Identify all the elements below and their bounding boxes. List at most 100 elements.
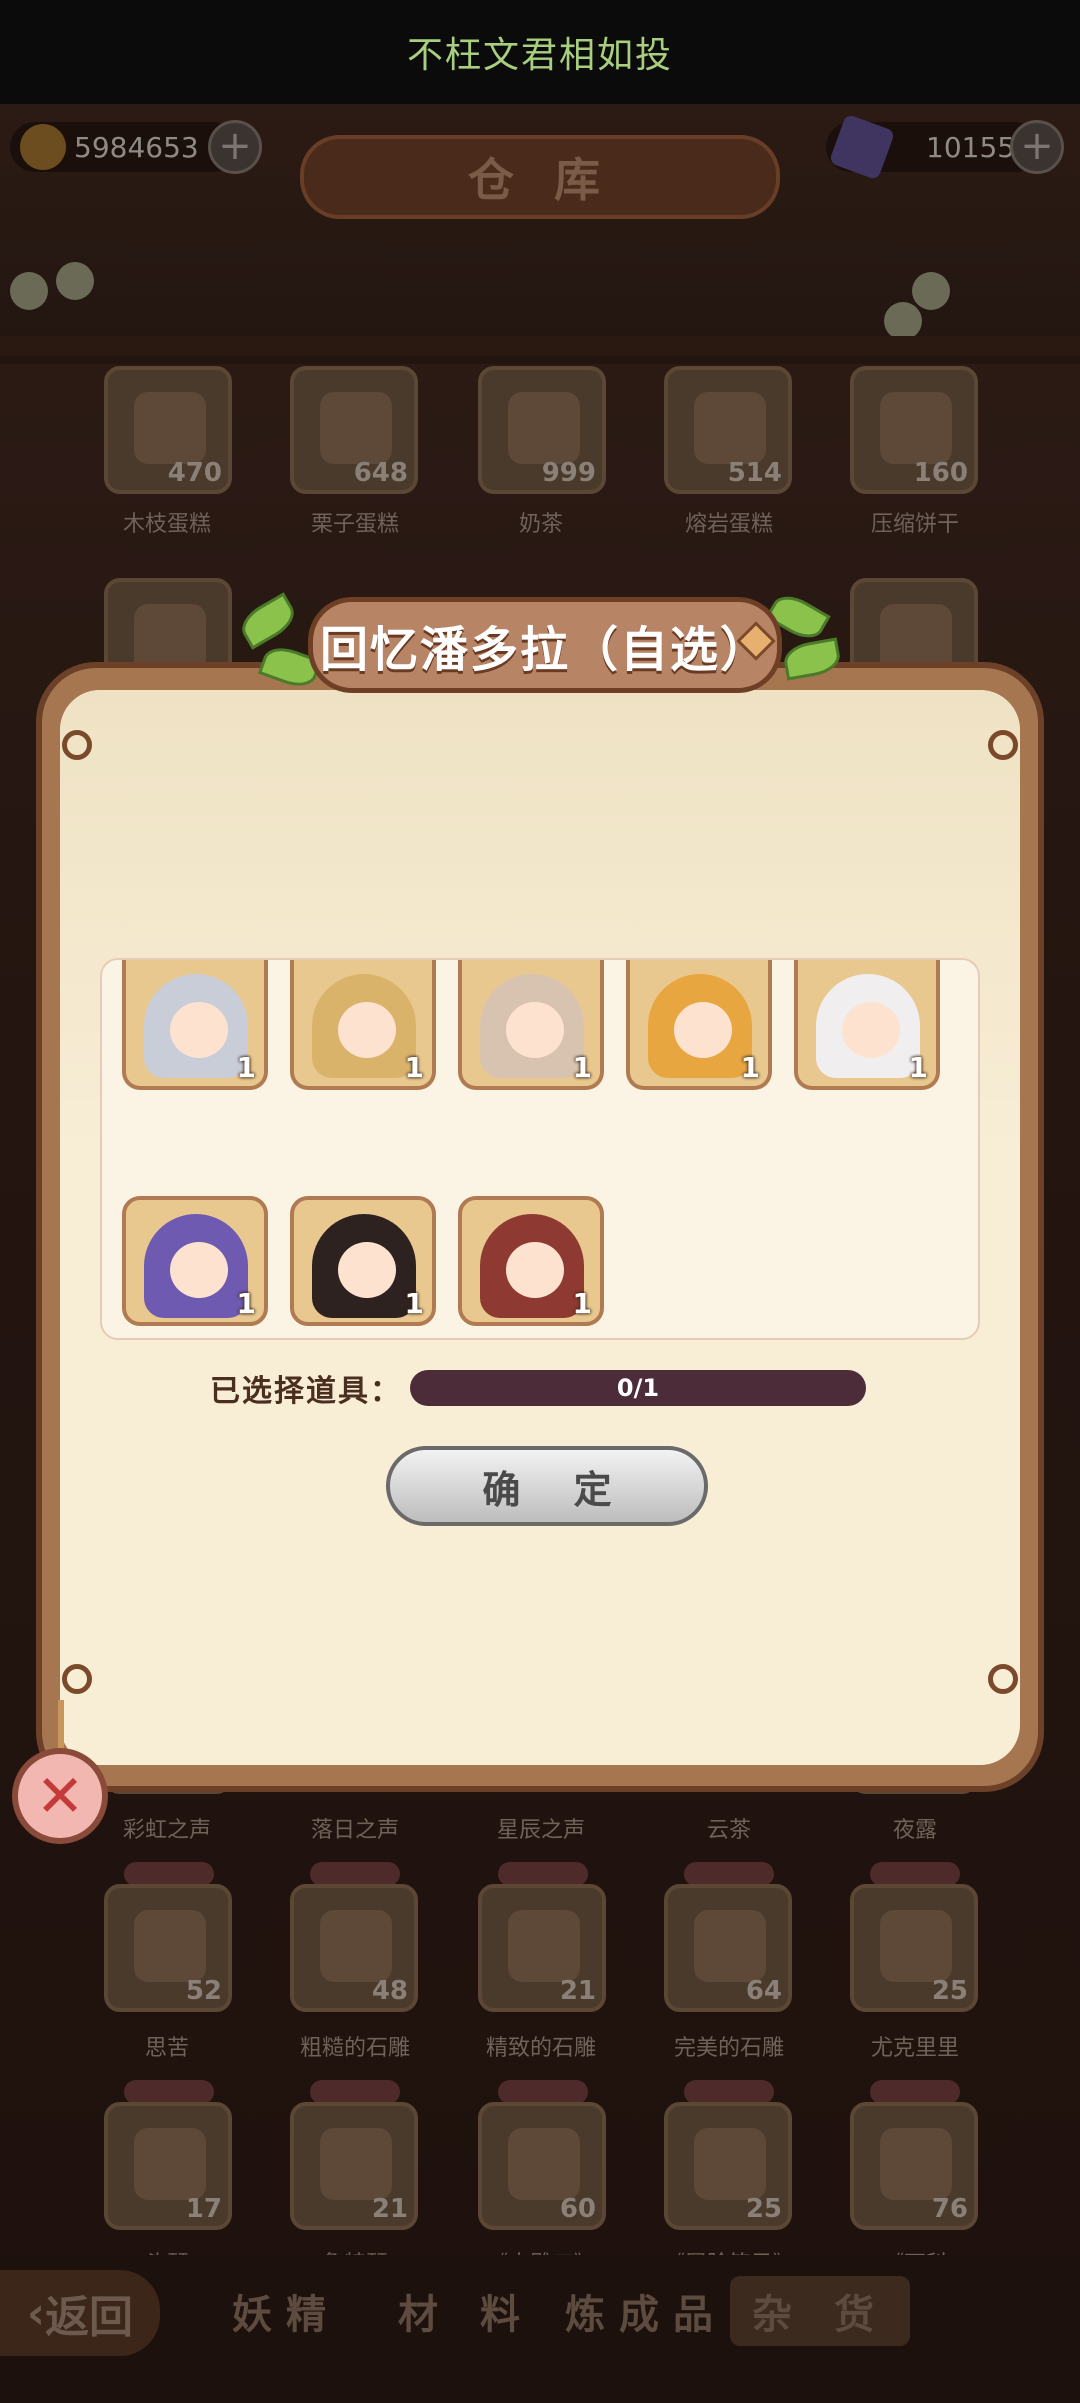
- tab-misc[interactable]: 杂 货: [730, 2276, 910, 2346]
- tab-fairy[interactable]: 妖精: [206, 2276, 366, 2346]
- flower-decoration-icon: [912, 272, 950, 310]
- item-count: 514: [727, 458, 782, 488]
- item-count: 21: [559, 1976, 596, 2006]
- item-name: 夜露: [892, 1818, 937, 1843]
- hero-option[interactable]: 1: [458, 1196, 604, 1326]
- statue-icon: [694, 1910, 766, 1982]
- item-slot[interactable]: 48: [290, 1884, 418, 2012]
- item-count: 25: [931, 1976, 968, 2006]
- ribbon-icon: [310, 2080, 400, 2104]
- gold-coin-icon: [20, 124, 66, 170]
- item-count: 999: [541, 458, 596, 488]
- hero-count: 1: [236, 1287, 256, 1320]
- hero-count: 1: [404, 1051, 424, 1084]
- item-name: 思苦: [144, 2036, 189, 2061]
- hero-option[interactable]: 1: [626, 960, 772, 1090]
- item-count: 470: [167, 458, 222, 488]
- item-slot[interactable]: 470: [104, 366, 232, 494]
- item-name: 木枝蛋糕: [122, 512, 211, 537]
- item-count: 648: [353, 458, 408, 488]
- dialog-title: 回忆潘多拉（自选）: [319, 622, 770, 678]
- warehouse-title: 仓 库: [467, 153, 612, 207]
- hero-face: [170, 1242, 228, 1298]
- item-name: 熔岩蛋糕: [684, 512, 773, 537]
- statue-icon: [320, 1910, 392, 1982]
- item-count: 21: [371, 2194, 408, 2224]
- lute-icon: [320, 2128, 392, 2200]
- item-count: 17: [185, 2194, 222, 2224]
- hero-count: 1: [236, 1051, 256, 1084]
- confirm-button[interactable]: 确 定: [386, 1446, 708, 1526]
- ribbon-icon: [498, 1862, 588, 1886]
- item-count: 48: [371, 1976, 408, 2006]
- selection-progress-bar: 0/1: [410, 1370, 866, 1406]
- item-slot[interactable]: 17: [104, 2102, 232, 2230]
- item-slot[interactable]: 648: [290, 366, 418, 494]
- hero-count: 1: [572, 1051, 592, 1084]
- item-slot[interactable]: 160: [850, 366, 978, 494]
- item-count: 64: [745, 1976, 782, 2006]
- item-slot[interactable]: 60: [478, 2102, 606, 2230]
- book-icon: [508, 2128, 580, 2200]
- bucket-icon: [134, 1910, 206, 1982]
- shelf-divider: [0, 336, 1080, 356]
- item-count: 60: [559, 2194, 596, 2224]
- item-name: 压缩饼干: [870, 512, 959, 537]
- gem-amount: 10155: [926, 130, 1016, 164]
- ribbon-icon: [684, 2080, 774, 2104]
- tea-cup-icon: [508, 392, 580, 464]
- progress-text: 0/1: [616, 1374, 660, 1402]
- item-name: 栗子蛋糕: [310, 512, 399, 537]
- flower-decoration-icon: [884, 302, 922, 340]
- corner-ornament-icon: [62, 730, 92, 760]
- item-slot[interactable]: 76: [850, 2102, 978, 2230]
- item-count: 25: [745, 2194, 782, 2224]
- item-slot[interactable]: 999: [478, 366, 606, 494]
- add-gold-button[interactable]: +: [208, 120, 262, 174]
- notification-bar: 不枉文君相如投: [0, 0, 1080, 104]
- item-name: 彩虹之声: [122, 1818, 211, 1843]
- tab-materials[interactable]: 材 料: [386, 2276, 546, 2346]
- hero-count: 1: [404, 1287, 424, 1320]
- hero-option[interactable]: 1: [290, 1196, 436, 1326]
- hero-count: 1: [908, 1051, 928, 1084]
- hero-option[interactable]: 1: [794, 960, 940, 1090]
- hero-face: [506, 1002, 564, 1058]
- corner-ornament-icon: [988, 730, 1018, 760]
- back-button[interactable]: ‹ 返回: [0, 2270, 160, 2356]
- book-icon: [694, 2128, 766, 2200]
- item-name: 精致的石雕: [485, 2036, 596, 2061]
- warehouse-title-plate: 仓 库: [300, 135, 780, 219]
- notification-text: 不枉文君相如投: [406, 35, 673, 76]
- hero-face: [170, 1002, 228, 1058]
- rope-decoration: [58, 1700, 64, 1752]
- cake-icon: [320, 392, 392, 464]
- item-slot[interactable]: 25: [664, 2102, 792, 2230]
- chevron-left-icon: ‹: [26, 2287, 46, 2339]
- item-slot[interactable]: 25: [850, 1884, 978, 2012]
- hero-face: [674, 1002, 732, 1058]
- gold-amount: 5984653: [74, 130, 199, 164]
- dialog-title-plate: 回忆潘多拉（自选）: [308, 597, 782, 693]
- hero-option[interactable]: 1: [122, 960, 268, 1090]
- hero-option[interactable]: 1: [290, 960, 436, 1090]
- item-slot[interactable]: 21: [478, 1884, 606, 2012]
- confirm-label: 确 定: [482, 1467, 632, 1512]
- add-gem-button[interactable]: +: [1010, 120, 1064, 174]
- cake-icon: [134, 392, 206, 464]
- item-slot[interactable]: 514: [664, 366, 792, 494]
- book-icon: [880, 2128, 952, 2200]
- ribbon-icon: [310, 1862, 400, 1886]
- close-button[interactable]: ✕: [12, 1748, 108, 1844]
- tab-crafted[interactable]: 炼成品: [556, 2276, 736, 2346]
- hero-count: 1: [572, 1287, 592, 1320]
- item-count: 76: [931, 2194, 968, 2224]
- flower-decoration-icon: [56, 262, 94, 300]
- hero-face: [338, 1242, 396, 1298]
- hero-option[interactable]: 1: [122, 1196, 268, 1326]
- item-name: 粗糙的石雕: [299, 2036, 410, 2061]
- item-slot[interactable]: 52: [104, 1884, 232, 2012]
- item-slot[interactable]: 21: [290, 2102, 418, 2230]
- hero-option[interactable]: 1: [458, 960, 604, 1090]
- item-slot[interactable]: 64: [664, 1884, 792, 2012]
